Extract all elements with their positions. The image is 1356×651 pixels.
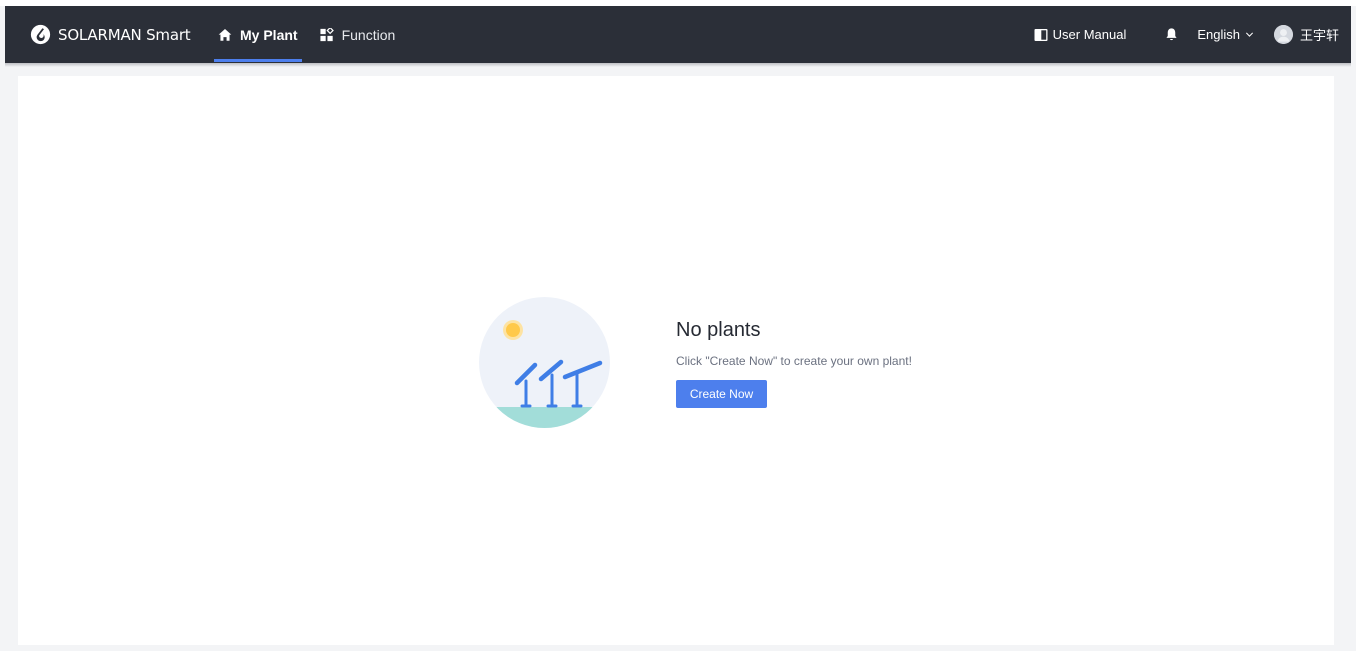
header-tools: User Manual English 王宇轩 — [1034, 6, 1351, 63]
chevron-down-icon — [1245, 32, 1253, 37]
solar-panels-illustration — [479, 297, 610, 428]
notifications-button[interactable] — [1164, 27, 1179, 42]
empty-state: No plants Click "Create Now" to create y… — [676, 319, 912, 408]
nav-my-plant[interactable]: My Plant — [214, 6, 302, 63]
apps-icon — [320, 27, 334, 41]
header-shadow — [5, 63, 1351, 67]
brand-name: SOLARMAN Smart — [58, 25, 191, 44]
book-icon — [1034, 28, 1048, 41]
empty-state-description: Click "Create Now" to create your own pl… — [676, 354, 912, 368]
user-menu[interactable]: 王宇轩 — [1273, 25, 1339, 44]
create-now-button[interactable]: Create Now — [676, 380, 767, 408]
home-icon — [218, 28, 232, 41]
active-tab-indicator — [214, 59, 302, 62]
avatar — [1273, 25, 1293, 44]
empty-state-title: No plants — [676, 319, 761, 341]
user-manual-link[interactable]: User Manual — [1034, 27, 1127, 42]
solarman-logo-icon — [30, 24, 51, 45]
language-label: English — [1197, 27, 1240, 42]
language-selector[interactable]: English — [1197, 27, 1254, 42]
bell-icon — [1166, 28, 1177, 41]
user-name: 王宇轩 — [1299, 29, 1339, 44]
user-manual-label: User Manual — [1052, 27, 1127, 42]
brand[interactable]: SOLARMAN Smart — [30, 24, 214, 45]
nav-function-label: Function — [341, 26, 396, 43]
nav-function[interactable]: Function — [320, 6, 396, 63]
top-navigation-bar: SOLARMAN Smart My Plant Function User Ma… — [5, 6, 1351, 63]
nav-my-plant-label: My Plant — [240, 26, 298, 43]
